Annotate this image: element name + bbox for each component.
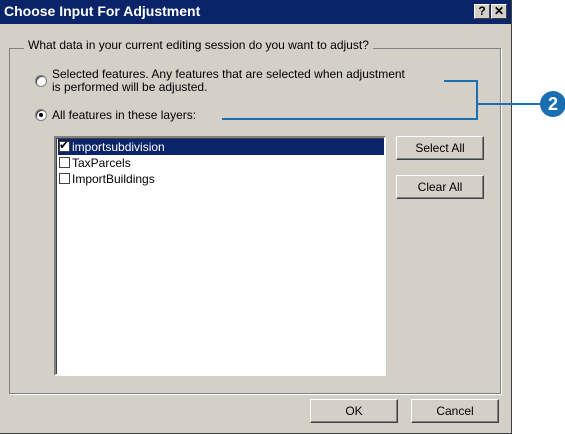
layer-checkbox[interactable]: ✔	[59, 138, 70, 152]
radio-all-features-label[interactable]: All features in these layers:	[52, 109, 196, 122]
help-button[interactable]: ?	[474, 4, 490, 19]
layer-name: importsubdivision	[72, 140, 165, 154]
list-item[interactable]: ✔ importsubdivision	[58, 138, 384, 155]
group-legend: What data in your current editing sessio…	[24, 38, 373, 52]
cancel-button[interactable]: Cancel	[411, 399, 499, 423]
callout-line-bottom	[222, 118, 478, 120]
title-bar[interactable]: Choose Input For Adjustment ? ✕	[0, 0, 511, 24]
checkmark-icon: ✔	[59, 138, 70, 152]
callout-line-connector	[476, 103, 542, 105]
window-title: Choose Input For Adjustment	[4, 3, 201, 19]
dialog-window: Choose Input For Adjustment ? ✕ What dat…	[0, 0, 512, 434]
layer-name: TaxParcels	[72, 156, 131, 170]
select-all-button[interactable]: Select All	[396, 136, 484, 160]
radio-selected-features[interactable]	[35, 75, 47, 87]
radio-dot-icon	[39, 113, 43, 117]
list-item[interactable]: ImportBuildings	[58, 171, 384, 187]
radio-selected-features-label-line2: is performed will be adjusted.	[52, 80, 208, 94]
layer-name: ImportBuildings	[72, 172, 155, 186]
callout-number-badge: 2	[540, 91, 565, 117]
radio-all-features[interactable]	[35, 109, 47, 121]
layer-checkbox[interactable]	[59, 157, 70, 168]
clear-all-button[interactable]: Clear All	[396, 175, 484, 199]
callout-line-vertical	[476, 80, 478, 120]
layer-checkbox[interactable]	[59, 173, 70, 184]
ok-button[interactable]: OK	[310, 399, 398, 423]
callout-line-top	[444, 80, 478, 82]
list-item[interactable]: TaxParcels	[58, 155, 384, 171]
layers-listbox[interactable]: ✔ importsubdivision TaxParcels ImportBui…	[54, 136, 386, 376]
close-button[interactable]: ✕	[491, 4, 507, 19]
